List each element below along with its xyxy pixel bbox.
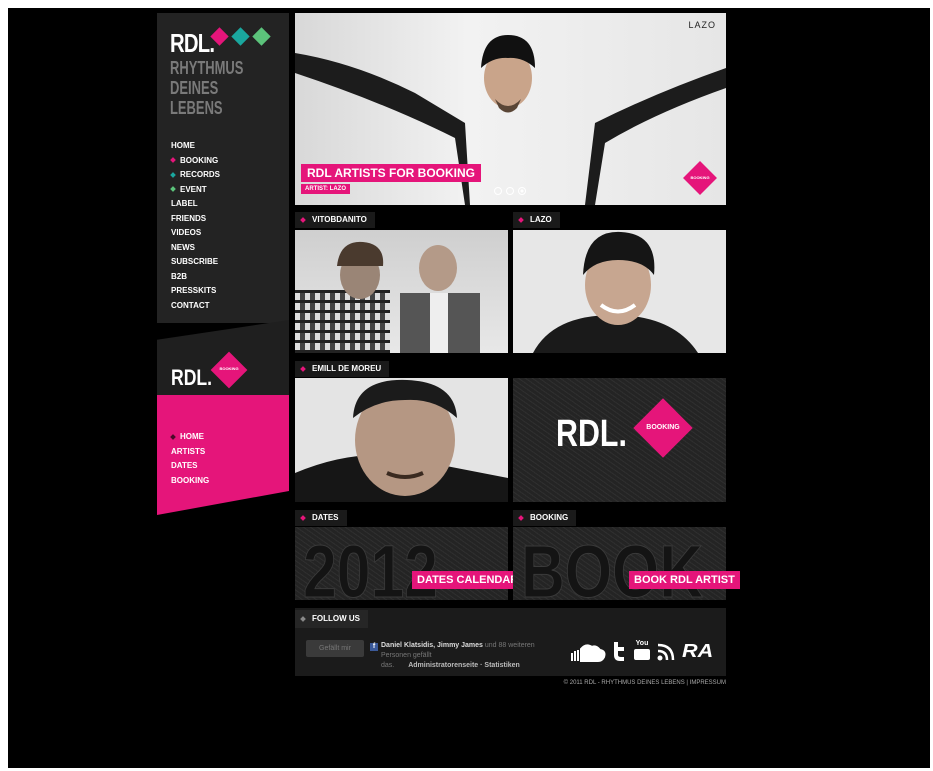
rss-icon[interactable]: [657, 643, 675, 661]
nav-bullet-icon: [170, 172, 176, 178]
nav-item-label: RECORDS: [180, 170, 221, 179]
youtube-icon[interactable]: You: [634, 639, 650, 661]
tile-label-emill-de-moreu[interactable]: EMILL DE MOREU: [295, 361, 390, 377]
nav-item-label: CONTACT: [171, 300, 210, 310]
slider-dot-3-active[interactable]: [518, 187, 526, 195]
book-rdl-artist-button[interactable]: BOOK RDL ARTIST: [629, 571, 740, 589]
booking-nav-item-home[interactable]: HOME: [170, 430, 209, 445]
dates-calendar-button[interactable]: DATES CALENDAR: [412, 571, 524, 589]
slider-dots: [494, 187, 526, 195]
dates-tile[interactable]: 2012: [295, 527, 508, 600]
slider-dot-1[interactable]: [494, 187, 502, 195]
nav-item-presskits[interactable]: PRESSKITS: [171, 284, 220, 299]
nav-item-label: VIDEOS: [171, 228, 202, 237]
nav-item-label: PRESSKITS: [171, 286, 217, 295]
nav-item-videos[interactable]: VIDEOS: [171, 226, 220, 241]
tile-label-dates[interactable]: DATES: [295, 510, 347, 526]
booking-nav-bullet-icon: [170, 434, 176, 440]
tagline-line3: LEBENS: [170, 98, 223, 118]
lazo-image: [533, 231, 698, 353]
facebook-friends-text: Daniel Klatsidis, Jimmy James und 88 wei…: [381, 642, 535, 649]
nav-item-news[interactable]: NEWS: [171, 241, 220, 256]
nav-item-label: EVENT: [180, 184, 207, 194]
hero-subtitle: ARTIST: LAZO: [301, 184, 350, 194]
nav-item-contact[interactable]: CONTACT: [171, 299, 220, 314]
booking-nav-item-label: HOME: [180, 432, 204, 441]
nav-item-event[interactable]: EVENT: [170, 183, 220, 198]
tile-label-booking[interactable]: BOOKING: [513, 510, 577, 526]
emill-photo[interactable]: [295, 378, 508, 502]
dates-tile-bg-text: 2012: [303, 530, 439, 600]
youtube-icon-text: You: [635, 640, 649, 647]
follow-us-label: FOLLOW US: [295, 610, 368, 628]
twitter-icon[interactable]: [612, 641, 626, 661]
booking-nav-item-artists[interactable]: ARTISTS: [171, 445, 209, 460]
ra-icon[interactable]: RA: [682, 641, 713, 662]
hero-booking-badge-text: BOOKING: [690, 175, 710, 180]
facebook-like-button[interactable]: Gefällt mir: [306, 640, 364, 657]
nav-item-friends[interactable]: FRIENDS: [171, 212, 220, 227]
footer-copyright: © 2011 RDL - RHYTHMUS DEINES LEBENS | IM…: [563, 680, 726, 686]
nav-item-label: SUBSCRIBE: [171, 257, 219, 266]
vitobdanito-image: [295, 241, 480, 353]
book-artist-tile[interactable]: BOOK: [513, 527, 726, 600]
book-tile-bg-text: BOOK: [521, 530, 704, 600]
nav-item-home[interactable]: HOME: [171, 139, 220, 154]
nav-item-label: LABEL: [171, 199, 198, 208]
booking-nav-item-label: BOOKING: [171, 475, 210, 485]
nav-item-label: B2B: [171, 271, 188, 281]
nav-bullet-icon: [170, 157, 176, 164]
booking-navigation: HOME ARTISTS DATES BOOKING: [170, 430, 209, 489]
facebook-admin-line: das. Administratorenseite · Statistiken: [381, 662, 520, 669]
nav-item-records[interactable]: RECORDS: [170, 168, 221, 183]
booking-logo-text[interactable]: RDL.: [171, 365, 212, 391]
tile-label-lazo[interactable]: LAZO: [513, 212, 560, 228]
site-logo[interactable]: RDL.: [170, 28, 215, 59]
tile-label-vitobdanito[interactable]: VITOBDANITO: [295, 212, 375, 228]
nav-item-label: NEWS: [171, 242, 195, 252]
nav-bullet-icon: [170, 186, 176, 193]
tagline-line2: DEINES: [170, 78, 219, 98]
slider-dot-2[interactable]: [506, 187, 514, 195]
booking-tile-logo: RDL.: [556, 413, 627, 455]
booking-badge-text: BOOKING: [219, 366, 239, 371]
hero-artist-corner-label: LAZO: [688, 20, 716, 30]
nav-item-booking[interactable]: BOOKING: [170, 154, 220, 169]
nav-item-label[interactable]: LABEL: [171, 197, 220, 212]
emill-image: [295, 379, 508, 502]
hero-title[interactable]: RDL ARTISTS FOR BOOKING: [301, 164, 481, 182]
vitobdanito-photo[interactable]: [295, 230, 508, 353]
nav-item-b2b[interactable]: B2B: [171, 270, 220, 285]
booking-nav-item-booking[interactable]: BOOKING: [171, 474, 209, 489]
tagline-line1: RHYTHMUS: [170, 58, 244, 78]
nav-item-label: HOME: [171, 141, 195, 150]
facebook-likes-line: Personen gefällt: [381, 652, 432, 659]
main-navigation: HOME BOOKING RECORDS EVENT LABEL FRIENDS VIDEO…: [170, 139, 221, 314]
booking-nav-item-label: ARTISTS: [171, 446, 206, 456]
nav-item-label: BOOKING: [180, 155, 219, 165]
nav-item-label: FRIENDS: [171, 213, 207, 223]
lazo-photo[interactable]: [513, 230, 726, 353]
nav-item-subscribe[interactable]: SUBSCRIBE: [171, 255, 220, 270]
booking-tile-badge: BOOKING: [646, 424, 680, 431]
soundcloud-icon[interactable]: [566, 641, 606, 663]
booking-nav-item-dates[interactable]: DATES: [171, 459, 209, 474]
facebook-icon: f: [370, 643, 378, 651]
hero-slider[interactable]: LAZO RDL ARTISTS FOR BOOKING ARTIST: LAZ…: [295, 13, 726, 205]
booking-nav-item-label: DATES: [171, 461, 198, 470]
